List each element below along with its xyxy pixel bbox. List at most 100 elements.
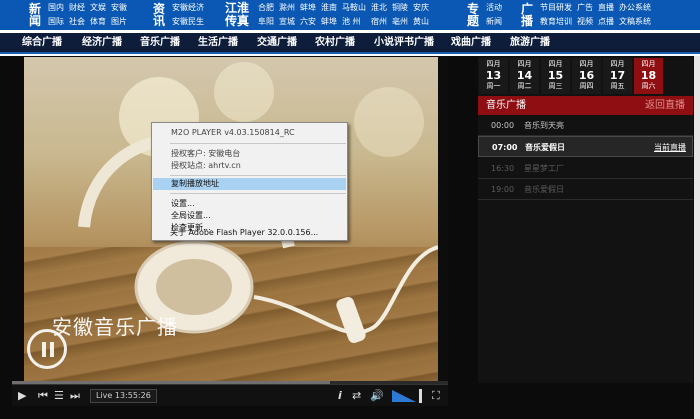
live-now-badge[interactable]: 当前直播 <box>654 137 686 158</box>
city-link[interactable]: 宣城 <box>279 15 295 29</box>
news-link[interactable]: 国内 <box>48 1 64 15</box>
day-month: 四月 <box>610 60 625 68</box>
broadcast-link[interactable]: 点播 <box>598 15 614 29</box>
city-link[interactable]: 铜陵 <box>392 1 408 15</box>
topic-link[interactable]: 活动 <box>486 1 502 15</box>
city-link[interactable]: 马鞍山 <box>342 1 366 15</box>
broadcast-link[interactable]: 直播 <box>598 1 614 15</box>
day-month: 四月 <box>517 60 532 68</box>
city-link[interactable]: 宿州 <box>371 15 387 29</box>
city-link[interactable]: 亳州 <box>392 15 408 29</box>
city-link[interactable]: 黄山 <box>413 15 429 29</box>
day-date: 15 <box>547 69 564 82</box>
next-icon[interactable]: ⏭ <box>70 389 80 403</box>
broadcast-link[interactable]: 节目研发 <box>540 1 572 15</box>
info-icon[interactable]: i <box>338 389 342 403</box>
day-month: 四月 <box>548 60 563 68</box>
news-group: 新闻 国内 国际 财经 社会 文娱 体育 安徽 图片 <box>28 0 127 30</box>
nav-item-rural[interactable]: 农村广播 <box>315 33 355 52</box>
day-tab[interactable]: 四月 15 周三 <box>541 58 570 94</box>
program-name: 音乐爱假日 <box>524 185 564 194</box>
city-link[interactable]: 安庆 <box>413 1 429 15</box>
city-link[interactable]: 阜阳 <box>258 15 274 29</box>
play-icon[interactable]: ▶ <box>18 389 26 403</box>
news-link[interactable]: 图片 <box>111 15 127 29</box>
menu-settings[interactable]: 设置... <box>171 198 195 210</box>
program-row[interactable]: 19:00 音乐爱假日 <box>478 179 693 200</box>
broadcast-link[interactable]: 教育培训 <box>540 15 572 29</box>
broadcast-heading[interactable]: 广播 <box>520 3 534 27</box>
nav-item-music[interactable]: 音乐广播 <box>140 33 180 52</box>
day-month: 四月 <box>486 60 501 68</box>
day-month: 四月 <box>641 60 656 68</box>
news-link[interactable]: 财经 <box>69 1 85 15</box>
topic-group: 专题 活动 新闻 <box>466 0 502 30</box>
volume-icon[interactable]: 🔊 <box>370 389 384 403</box>
playlist-icon[interactable]: ☰ <box>54 389 64 403</box>
broadcast-link[interactable]: 广告 <box>577 1 593 15</box>
channel-nav: 综合广播 经济广播 音乐广播 生活广播 交通广播 农村广播 小说评书广播 戏曲广… <box>0 33 700 54</box>
schedule-panel: 四月 13 周一 四月 14 周二 四月 15 周三 四月 16 周四 四月 1… <box>478 57 693 383</box>
previous-icon[interactable]: ⏮ <box>38 389 48 403</box>
info-heading[interactable]: 资讯 <box>152 3 166 27</box>
news-link[interactable]: 社会 <box>69 15 85 29</box>
news-heading[interactable]: 新闻 <box>28 3 42 27</box>
menu-global-settings[interactable]: 全局设置... <box>171 210 211 222</box>
news-link[interactable]: 安徽 <box>111 1 127 15</box>
menu-about-flash[interactable]: 关于 Adobe Flash Player 32.0.0.156... <box>170 227 318 239</box>
city-link[interactable]: 淮北 <box>371 1 387 15</box>
city-link[interactable]: 蚌埠 <box>321 15 337 29</box>
news-link[interactable]: 国际 <box>48 15 64 29</box>
volume-slider[interactable] <box>392 390 422 402</box>
day-week: 周二 <box>517 82 532 90</box>
city-link[interactable]: 滁州 <box>279 1 295 15</box>
menu-copy-address[interactable]: 复制播放地址 <box>153 178 346 190</box>
page-scrollbar[interactable] <box>694 56 700 419</box>
nav-item-traffic[interactable]: 交通广播 <box>257 33 297 52</box>
menu-separator <box>170 175 346 176</box>
back-to-live-link[interactable]: 返回直播 <box>645 96 685 115</box>
info-link[interactable]: 安徽经济 <box>172 1 204 15</box>
nav-item-story[interactable]: 小说评书广播 <box>374 33 434 52</box>
program-row[interactable]: 00:00 音乐到天亮 <box>478 115 693 136</box>
broadcast-link[interactable]: 文稿系统 <box>619 15 651 29</box>
news-link[interactable]: 文娱 <box>90 1 106 15</box>
topic-heading[interactable]: 专题 <box>466 3 480 27</box>
nav-item-opera[interactable]: 戏曲广播 <box>451 33 491 52</box>
program-row-current[interactable]: 07:00 音乐爱假日 当前直播 <box>478 136 693 157</box>
day-tab-selected[interactable]: 四月 18 周六 <box>634 58 663 94</box>
volume-knob[interactable] <box>419 389 422 403</box>
nav-item-economy[interactable]: 经济广播 <box>82 33 122 52</box>
day-date: 16 <box>578 69 595 82</box>
jianghuai-heading[interactable]: 江淮传真 <box>222 2 252 28</box>
day-tab[interactable]: 四月 14 周二 <box>510 58 539 94</box>
city-link[interactable]: 淮南 <box>321 1 337 15</box>
menu-site: 授权站点: ahrtv.cn <box>171 161 241 170</box>
day-tab[interactable]: 四月 16 周四 <box>572 58 601 94</box>
city-link[interactable]: 合肥 <box>258 1 274 15</box>
nav-item-travel[interactable]: 旅游广播 <box>510 33 550 52</box>
day-tab[interactable]: 四月 13 周一 <box>479 58 508 94</box>
news-link[interactable]: 体育 <box>90 15 106 29</box>
day-date: 13 <box>485 69 502 82</box>
broadcast-group: 广播 节目研发 教育培训 广告 视频 直播 点播 办公系统 文稿系统 <box>520 0 651 30</box>
city-link[interactable]: 池 州 <box>342 15 366 29</box>
fullscreen-icon[interactable]: ⛶ <box>432 389 440 403</box>
program-name: 音乐爱假日 <box>525 143 565 152</box>
program-row[interactable]: 16:30 星星梦工厂 <box>478 158 693 179</box>
city-link[interactable]: 六安 <box>300 15 316 29</box>
day-week: 周五 <box>610 82 625 90</box>
nav-item-life[interactable]: 生活广播 <box>198 33 238 52</box>
day-tab[interactable]: 四月 17 周五 <box>603 58 632 94</box>
topic-link[interactable]: 新闻 <box>486 15 502 29</box>
day-week: 周六 <box>641 82 656 90</box>
city-link[interactable]: 蚌埠 <box>300 1 316 15</box>
station-watermark: 安徽音乐广播 <box>52 315 178 339</box>
info-link[interactable]: 安徽民生 <box>172 15 204 29</box>
broadcast-link[interactable]: 视频 <box>577 15 593 29</box>
channel-title: 音乐广播 <box>486 100 526 111</box>
nav-item-comprehensive[interactable]: 综合广播 <box>22 33 62 52</box>
pause-icon[interactable] <box>27 329 67 369</box>
broadcast-link[interactable]: 办公系统 <box>619 1 651 15</box>
repeat-icon[interactable]: ⇄ <box>352 389 361 403</box>
